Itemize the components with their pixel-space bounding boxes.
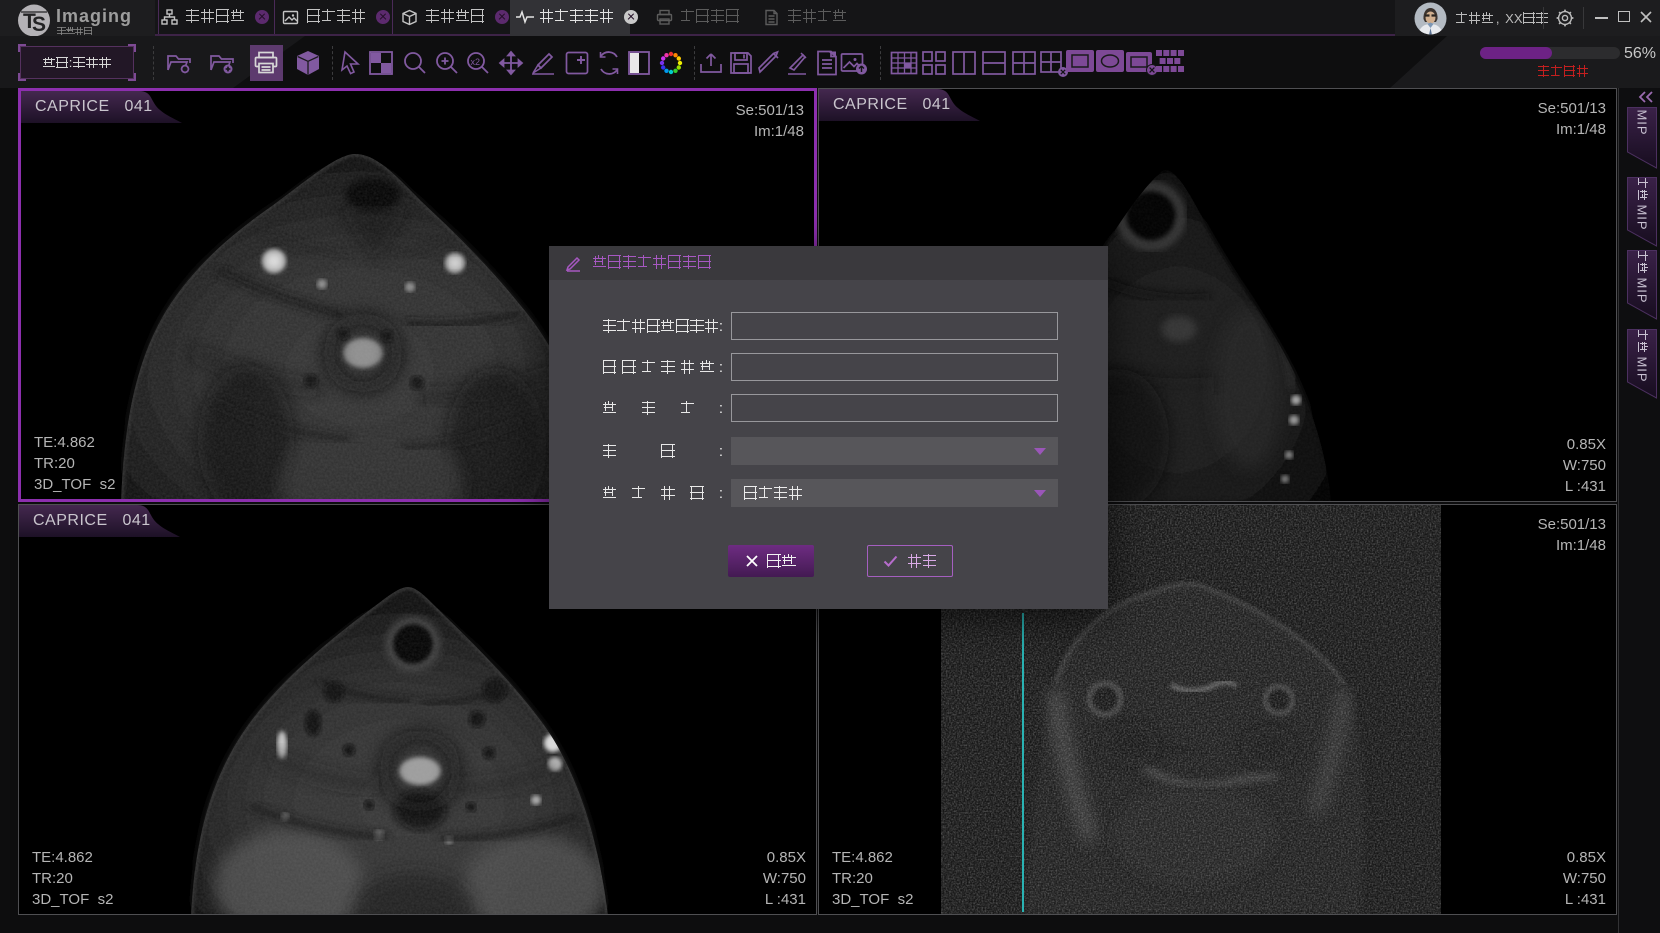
svg-text:x2: x2: [471, 57, 481, 67]
svg-text:S: S: [32, 13, 46, 36]
